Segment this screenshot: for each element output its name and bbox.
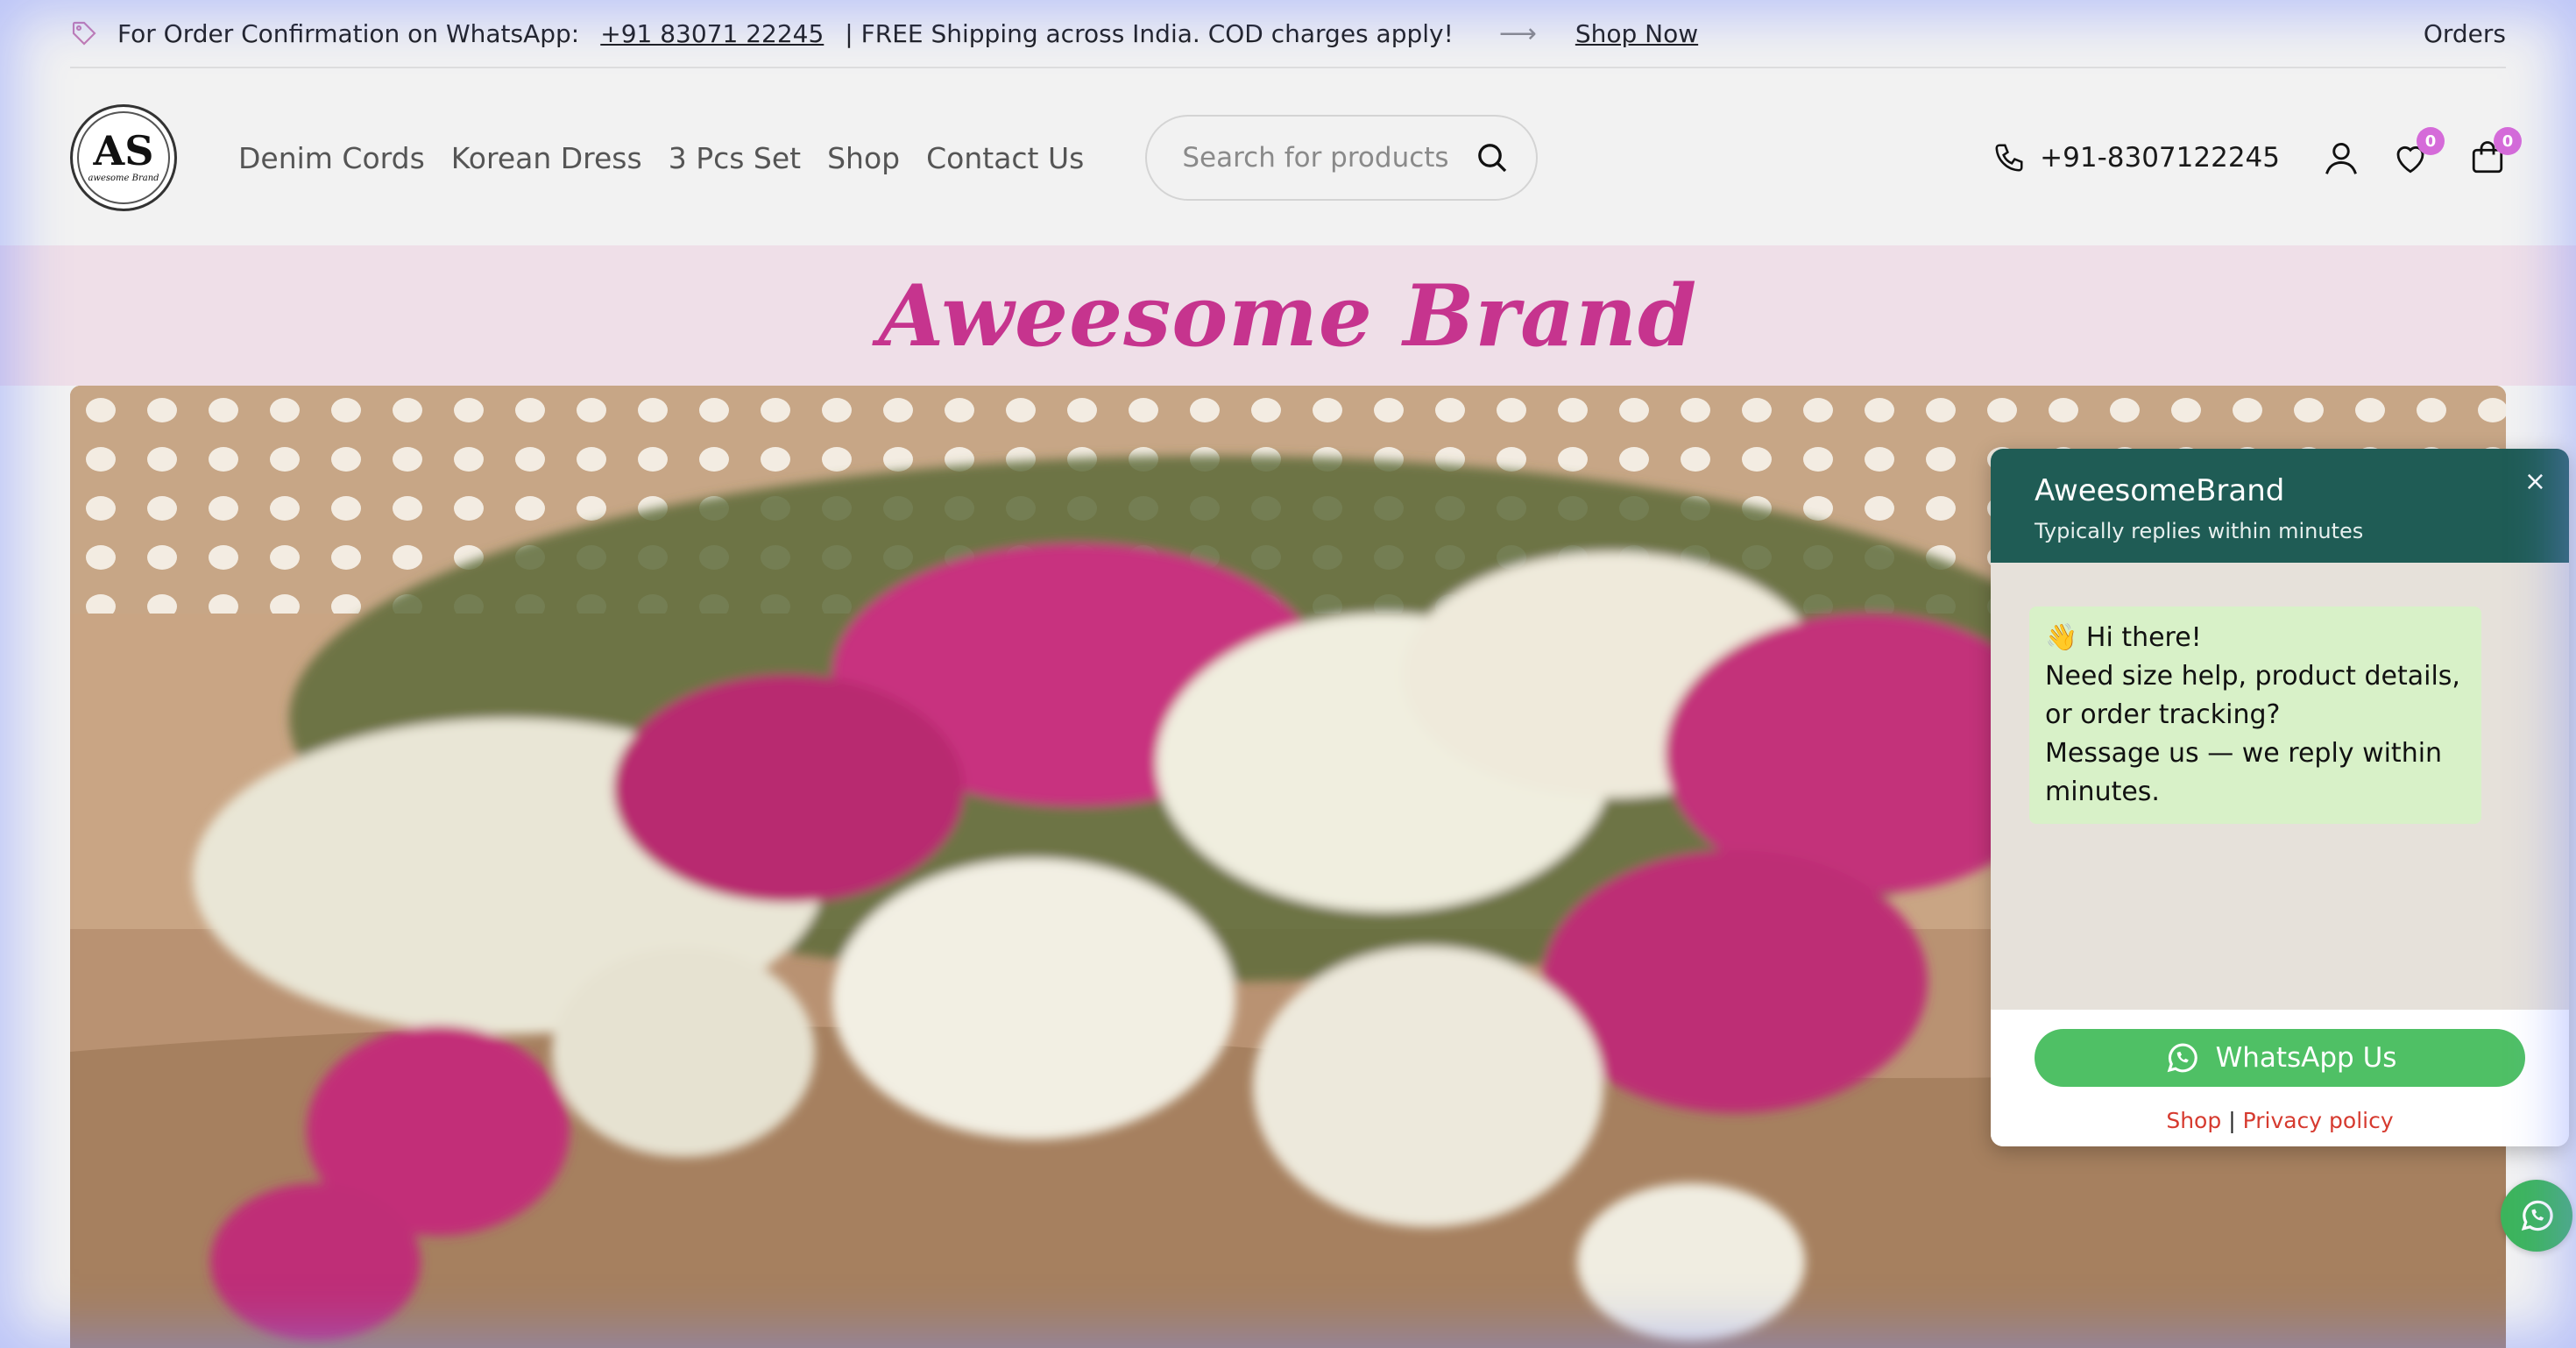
header-phone-link[interactable]: +91-8307122245 [1992,141,2280,174]
nav-3-pcs-set[interactable]: 3 Pcs Set [669,141,801,175]
whatsapp-business-name: AweesomeBrand [2035,473,2285,508]
svg-text:awesome Brand: awesome Brand [88,174,159,183]
cart-count-badge: 0 [2494,127,2522,155]
brand-logo[interactable]: AS awesome Brand [70,104,177,211]
user-icon [2325,142,2357,174]
tag-icon [72,21,96,46]
announcement-shipping: | FREE Shipping across India. COD charge… [845,18,1454,48]
whatsapp-popup-footer: WhatsApp Us Shop | Privacy policy [1991,1010,2569,1146]
popup-privacy-link[interactable]: Privacy policy [2243,1108,2394,1133]
popup-link-divider: | [2228,1108,2236,1133]
whatsapp-chat-popup: AweesomeBrand Typically replies within m… [1991,449,2569,1146]
nav-contact-us[interactable]: Contact Us [926,141,1084,175]
announcement-phone-link[interactable]: +91 83071 22245 [600,19,824,48]
message-line: Need size help, product details, or orde… [2045,661,2460,730]
svg-text:AS: AS [93,127,154,174]
message-line: 👋 Hi there! [2045,622,2202,653]
close-icon[interactable]: × [2524,466,2546,497]
announcement-bar: For Order Confirmation on WhatsApp: +91 … [70,0,2506,68]
logo-mark-icon: AS awesome Brand [88,127,159,183]
cart-button[interactable]: 0 [2469,127,2522,176]
nav-shop[interactable]: Shop [827,141,900,175]
wishlist-count-badge: 0 [2417,127,2445,155]
whatsapp-chat-body: 👋 Hi there! Need size help, product deta… [1991,563,2569,1010]
search-icon[interactable] [1475,140,1510,175]
site-header: AS awesome Brand Denim Cords Korean Dres… [70,70,2522,245]
whatsapp-message-bubble: 👋 Hi there! Need size help, product deta… [2029,607,2481,824]
wishlist-button[interactable]: 0 [2392,127,2445,176]
header-tools: +91-8307122245 0 0 [1992,127,2522,177]
nav-korean-dress[interactable]: Korean Dress [451,141,642,175]
phone-icon [1995,144,2023,172]
brand-banner: Aweesome Brand [0,245,2576,386]
main-nav: Denim Cords Korean Dress 3 Pcs Set Shop … [238,141,1084,175]
popup-shop-link[interactable]: Shop [2166,1108,2221,1133]
header-phone-text: +91-8307122245 [2040,142,2280,174]
whatsapp-us-button[interactable]: WhatsApp Us [2035,1029,2525,1087]
whatsapp-popup-header: AweesomeBrand Typically replies within m… [1991,449,2569,563]
message-line: Message us — we reply within minutes. [2045,738,2443,807]
announcement-lead: For Order Confirmation on WhatsApp: [117,18,580,48]
account-button[interactable] [2322,138,2360,177]
whatsapp-popup-links: Shop | Privacy policy [2035,1108,2525,1133]
whatsapp-icon [2167,1043,2197,1073]
search-input[interactable]: Search for products [1145,115,1539,201]
whatsapp-floating-button[interactable] [2501,1180,2572,1252]
search-placeholder: Search for products [1182,142,1449,174]
whatsapp-us-label: WhatsApp Us [2215,1042,2397,1074]
arrow-right-icon: ⟶ [1498,18,1537,49]
whatsapp-reply-time: Typically replies within minutes [2035,519,2364,543]
whatsapp-icon [2521,1200,2553,1231]
orders-link[interactable]: Orders [2424,19,2506,48]
shop-now-link[interactable]: Shop Now [1575,19,1698,48]
brand-title: Aweesome Brand [878,266,1698,365]
nav-denim-cords[interactable]: Denim Cords [238,141,425,175]
